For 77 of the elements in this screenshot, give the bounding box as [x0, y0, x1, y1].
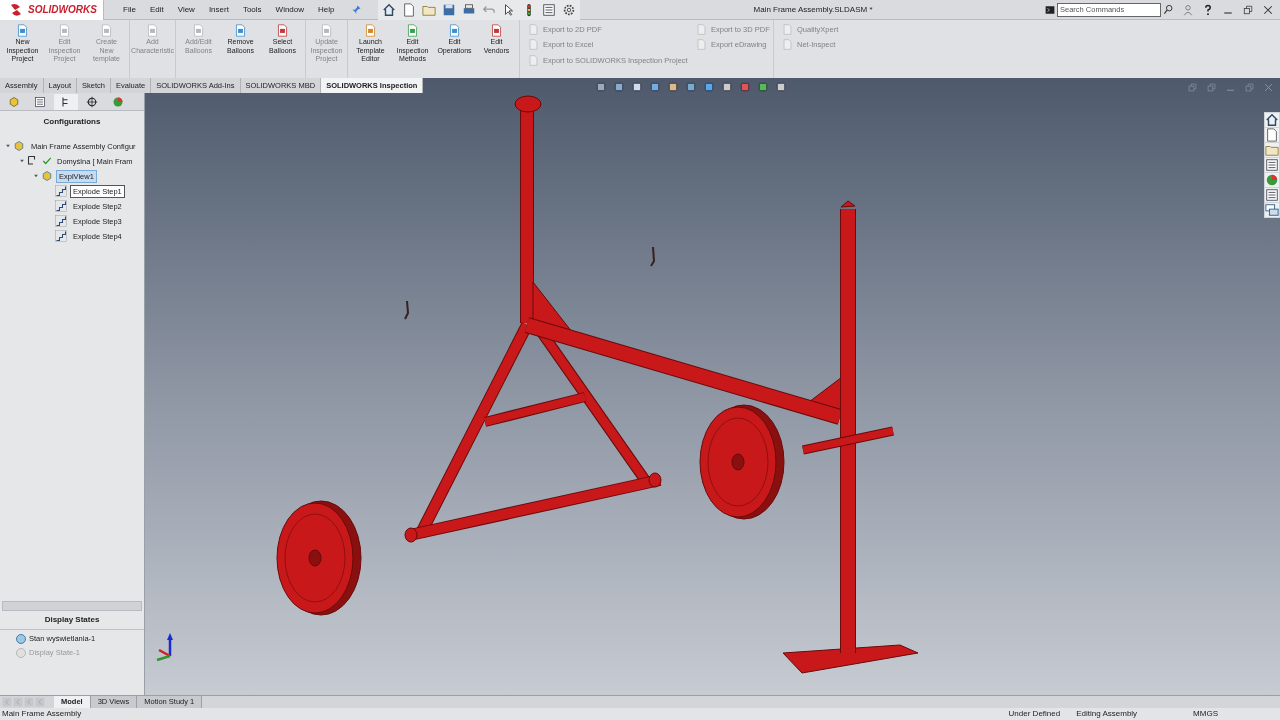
document-icon — [406, 24, 419, 37]
color-wheel-icon[interactable] — [1265, 173, 1279, 187]
step-icon — [55, 185, 67, 197]
menu-item[interactable]: Insert — [207, 3, 230, 16]
document-icon — [696, 39, 707, 51]
document-icon — [146, 24, 159, 37]
document-icon — [364, 24, 377, 37]
menu-item[interactable]: File — [122, 3, 137, 16]
restore-icon[interactable] — [1242, 3, 1254, 16]
document-icon — [528, 54, 539, 66]
view-tool-icon[interactable] — [775, 81, 787, 93]
crosshair-icon — [86, 95, 98, 108]
save-icon[interactable] — [441, 2, 456, 17]
document-title: Main Frame Assembly.SLDASM * — [753, 3, 873, 16]
view-tool-icon[interactable] — [613, 81, 625, 93]
terminal-icon — [1045, 4, 1055, 15]
close-icon[interactable] — [1262, 3, 1274, 16]
view-tool-icon[interactable] — [649, 81, 661, 93]
panel-title: Configurations — [42, 116, 102, 128]
color-wheel-icon — [112, 95, 124, 108]
printer-icon[interactable] — [461, 2, 476, 17]
section-title: Display States — [0, 611, 144, 630]
scrollbar[interactable] — [2, 601, 142, 611]
document-icon — [234, 24, 247, 37]
step-icon — [55, 200, 67, 212]
chat-icon[interactable] — [1265, 203, 1279, 217]
status-text: Editing Assembly — [1076, 708, 1138, 720]
document-icon — [528, 24, 539, 36]
document-icon — [448, 24, 461, 37]
document-icon — [528, 39, 539, 51]
axis-triad-icon — [156, 633, 173, 662]
status-text: Under Defined — [1008, 708, 1061, 720]
view-tool-icon[interactable] — [739, 81, 751, 93]
list-icon[interactable] — [541, 2, 556, 17]
list-icon[interactable] — [1265, 188, 1279, 202]
menu-item[interactable]: View — [176, 3, 196, 16]
document-icon — [58, 24, 71, 37]
document-icon[interactable] — [1265, 128, 1279, 142]
help-icon[interactable] — [1202, 3, 1214, 16]
view-tool-icon[interactable] — [703, 81, 715, 93]
view-tool-icon[interactable] — [757, 81, 769, 93]
gear-icon[interactable] — [561, 2, 576, 17]
menu-item[interactable]: Help — [317, 3, 336, 16]
document-icon — [490, 24, 503, 37]
solidworks-logo: SOLIDWORKS — [0, 0, 104, 20]
view-tool-icon[interactable] — [667, 81, 679, 93]
document-icon — [782, 24, 793, 36]
document-icon — [696, 24, 707, 36]
menu-item[interactable]: Edit — [148, 3, 165, 16]
list-icon[interactable] — [1265, 158, 1279, 172]
user-icon[interactable] — [1182, 3, 1194, 16]
document-icon — [100, 24, 113, 37]
menu-item[interactable]: Window — [274, 3, 306, 16]
step-icon — [55, 215, 67, 227]
document-icon — [16, 24, 29, 37]
home-icon[interactable] — [1265, 113, 1279, 127]
step-icon — [55, 230, 67, 242]
cube-icon — [8, 95, 20, 108]
view-tool-icon[interactable] — [631, 81, 643, 93]
document-icon — [192, 24, 205, 37]
view-tool-icon[interactable] — [595, 81, 607, 93]
logo-icon — [8, 1, 24, 18]
status-text: MMGS — [1193, 708, 1218, 720]
menu-item[interactable]: Tools — [241, 3, 263, 16]
list-icon — [34, 95, 46, 108]
document-icon — [782, 39, 793, 51]
view-tool-icon[interactable] — [721, 81, 733, 93]
home-icon[interactable] — [381, 2, 396, 17]
status-text: Main Frame Assembly — [2, 708, 82, 720]
assembly-icon — [13, 140, 25, 152]
document-icon — [320, 24, 333, 37]
folder-icon[interactable] — [1265, 143, 1279, 157]
document-icon — [276, 24, 289, 37]
view-tool-icon[interactable] — [685, 81, 697, 93]
search-icon[interactable] — [1163, 4, 1174, 15]
assembly-icon — [41, 170, 53, 182]
document-icon[interactable] — [401, 2, 416, 17]
